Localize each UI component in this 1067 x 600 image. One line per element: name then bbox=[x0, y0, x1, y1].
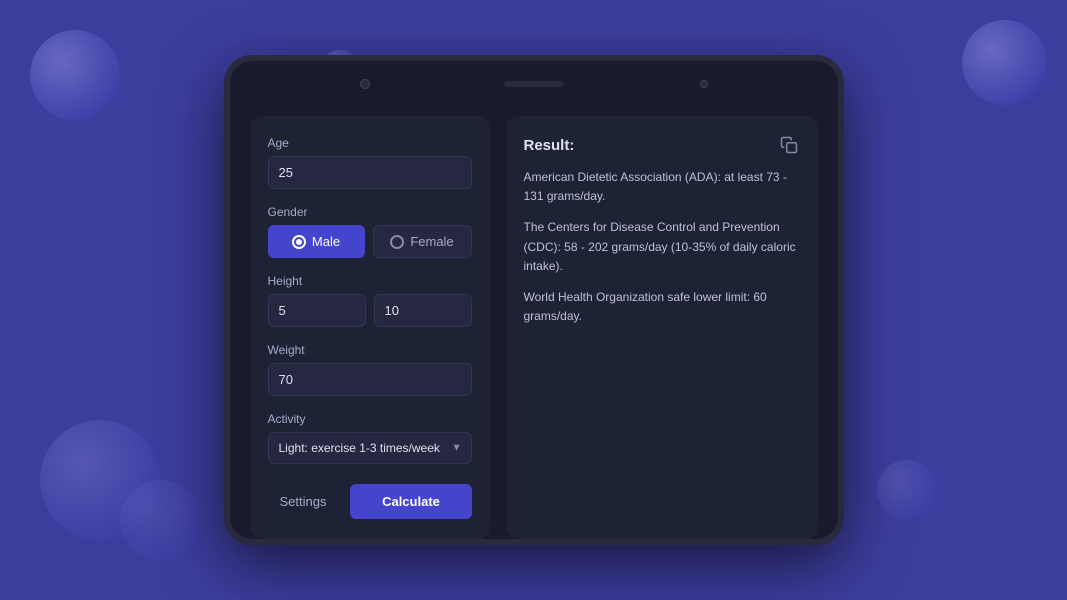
tablet-camera bbox=[360, 79, 370, 89]
gender-female-option[interactable]: Female bbox=[373, 225, 472, 258]
age-input-wrapper: ages: 15 - 80 bbox=[268, 156, 472, 189]
gender-male-option[interactable]: Male bbox=[268, 225, 365, 258]
age-label: Age bbox=[268, 136, 472, 150]
settings-button[interactable]: Settings bbox=[268, 486, 339, 517]
tablet-device: Age ages: 15 - 80 Gender Male bbox=[224, 55, 844, 545]
height-inches-input[interactable] bbox=[375, 295, 472, 326]
calculate-button[interactable]: Calculate bbox=[350, 484, 471, 519]
activity-select-wrapper: Sedentary: little or no exercise Light: … bbox=[268, 432, 472, 464]
activity-label: Activity bbox=[268, 412, 472, 426]
result-title: Result: bbox=[524, 137, 575, 154]
weight-label: Weight bbox=[268, 343, 472, 357]
male-radio-icon bbox=[292, 235, 306, 249]
gender-options: Male Female bbox=[268, 225, 472, 258]
height-inches-wrapper: inches bbox=[374, 294, 472, 327]
bg-decoration-circle-6 bbox=[877, 460, 937, 520]
weight-unit: pounds bbox=[465, 373, 472, 387]
bg-decoration-circle-5 bbox=[120, 480, 200, 560]
female-radio-icon bbox=[390, 235, 404, 249]
result-header: Result: bbox=[524, 134, 800, 156]
age-field-group: Age ages: 15 - 80 bbox=[268, 136, 472, 189]
result-ada: American Dietetic Association (ADA): at … bbox=[524, 168, 800, 206]
gender-female-label: Female bbox=[410, 234, 453, 249]
age-input[interactable] bbox=[269, 157, 465, 188]
tablet-screen: Age ages: 15 - 80 Gender Male bbox=[230, 106, 838, 559]
gender-label: Gender bbox=[268, 205, 472, 219]
height-inputs-row: feet inches bbox=[268, 294, 472, 327]
height-feet-wrapper: feet bbox=[268, 294, 366, 327]
gender-male-label: Male bbox=[312, 234, 340, 249]
button-row: Settings Calculate bbox=[268, 484, 472, 519]
bg-decoration-circle-1 bbox=[30, 30, 120, 120]
height-field-group: Height feet inches bbox=[268, 274, 472, 327]
result-cdc: The Centers for Disease Control and Prev… bbox=[524, 218, 800, 276]
weight-input-wrapper: pounds bbox=[268, 363, 472, 396]
result-who: World Health Organization safe lower lim… bbox=[524, 288, 800, 326]
activity-field-group: Activity Sedentary: little or no exercis… bbox=[268, 412, 472, 464]
tablet-top-bar bbox=[230, 61, 838, 106]
activity-select[interactable]: Sedentary: little or no exercise Light: … bbox=[268, 432, 472, 464]
gender-field-group: Gender Male Female bbox=[268, 205, 472, 258]
weight-field-group: Weight pounds bbox=[268, 343, 472, 396]
weight-input[interactable] bbox=[269, 364, 465, 395]
age-hint: ages: 15 - 80 bbox=[465, 166, 472, 180]
tablet-speaker bbox=[504, 81, 564, 87]
result-content: American Dietetic Association (ADA): at … bbox=[524, 168, 800, 326]
height-label: Height bbox=[268, 274, 472, 288]
male-radio-inner bbox=[296, 239, 302, 245]
bg-decoration-circle-3 bbox=[962, 20, 1047, 105]
tablet-front-camera bbox=[700, 80, 708, 88]
height-feet-input[interactable] bbox=[269, 295, 366, 326]
result-panel: Result: American Dietetic Association (A… bbox=[506, 116, 818, 539]
form-panel: Age ages: 15 - 80 Gender Male bbox=[250, 116, 490, 539]
copy-icon[interactable] bbox=[778, 134, 800, 156]
